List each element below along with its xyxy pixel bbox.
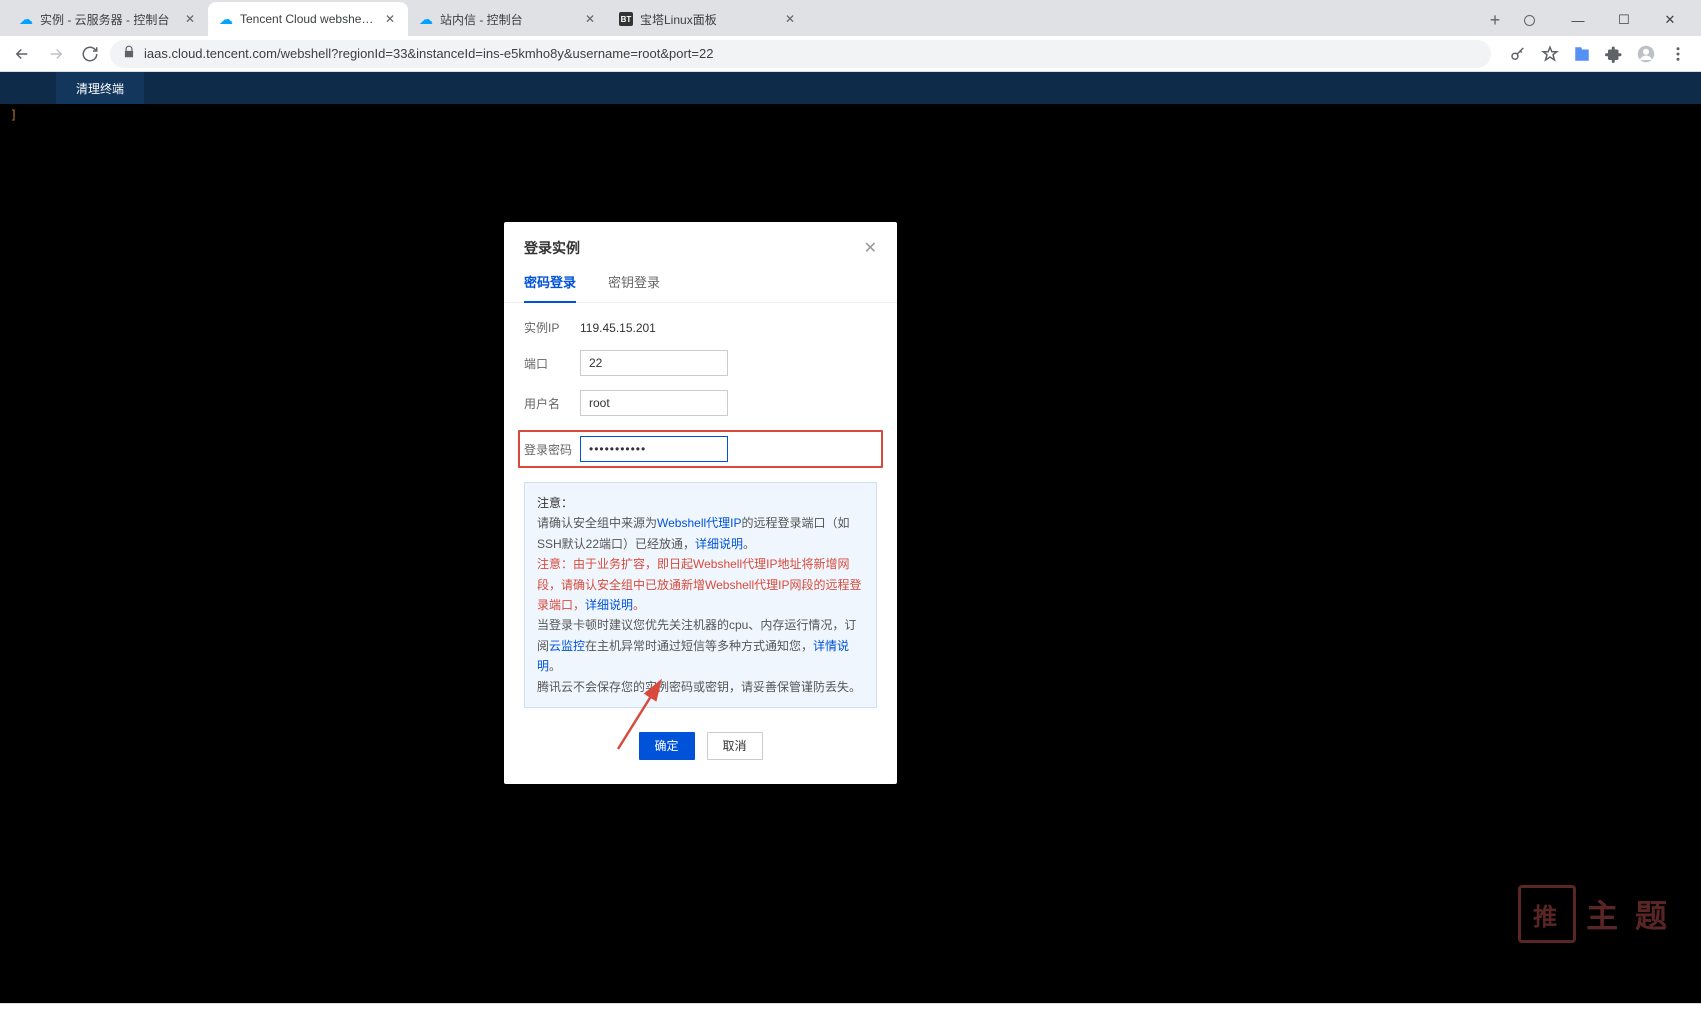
link-webshell-proxy-ip[interactable]: Webshell代理IP [657, 516, 741, 530]
tab-label: Tencent Cloud webshell - 119 [240, 12, 376, 26]
status-bar [0, 1003, 1701, 1023]
link-detail-2[interactable]: 详细说明 [585, 598, 633, 612]
tab-strip: ☁ 实例 - 云服务器 - 控制台 ✕ ☁ Tencent Cloud webshell… [8, 2, 1477, 36]
key-icon[interactable] [1503, 40, 1533, 68]
watermark: 推 主 题 [1518, 885, 1671, 943]
row-username: 用户名 [524, 390, 877, 416]
input-password[interactable] [580, 436, 728, 462]
tab-close-button[interactable]: ✕ [582, 12, 598, 26]
url-text: iaas.cloud.tencent.com/webshell?regionId… [144, 46, 713, 61]
page-viewport: 清理终端 ] 登录实例 ✕ 密码登录 密钥登录 实例IP 119.45.15.2… [0, 72, 1701, 1003]
tab-label: 站内信 - 控制台 [440, 11, 576, 28]
window-controls: — ☐ ✕ [1509, 4, 1693, 36]
browser-tab-1[interactable]: ☁ Tencent Cloud webshell - 119 ✕ [208, 2, 408, 36]
row-port: 端口 [524, 350, 877, 376]
tab-close-button[interactable]: ✕ [782, 12, 798, 26]
cloud-favicon-icon: ☁ [218, 11, 234, 27]
window-status-dot [1509, 4, 1555, 36]
address-bar[interactable]: iaas.cloud.tencent.com/webshell?regionId… [110, 40, 1491, 68]
row-password: 登录密码 [518, 430, 883, 468]
browser-titlebar: ☁ 实例 - 云服务器 - 控制台 ✕ ☁ Tencent Cloud webshell… [0, 0, 1701, 36]
modal-tabs: 密码登录 密钥登录 [504, 258, 897, 303]
new-tab-button[interactable]: + [1481, 6, 1509, 34]
profile-icon[interactable] [1631, 40, 1661, 68]
watermark-text: 主 题 [1586, 891, 1671, 937]
nav-back-button[interactable] [8, 40, 36, 68]
browser-toolbar: iaas.cloud.tencent.com/webshell?regionId… [0, 36, 1701, 72]
input-username[interactable] [580, 390, 728, 416]
nav-forward-button[interactable] [42, 40, 70, 68]
notice-box: 注意： 请确认安全组中来源为Webshell代理IP的远程登录端口（如SSH默认… [524, 482, 877, 708]
confirm-button[interactable]: 确定 [639, 732, 695, 760]
modal-title: 登录实例 [524, 238, 864, 258]
tab-key-login[interactable]: 密钥登录 [608, 272, 660, 302]
cloud-favicon-icon: ☁ [18, 11, 34, 27]
tab-password-login[interactable]: 密码登录 [524, 272, 576, 303]
modal-close-button[interactable]: ✕ [864, 238, 877, 258]
tab-close-button[interactable]: ✕ [182, 12, 198, 26]
link-detail-1[interactable]: 详细说明 [695, 537, 743, 551]
cancel-button[interactable]: 取消 [707, 732, 763, 760]
tab-label: 宝塔Linux面板 [640, 11, 776, 28]
bookmark-icon[interactable] [1535, 40, 1565, 68]
browser-tab-3[interactable]: BT 宝塔Linux面板 ✕ [608, 2, 808, 36]
label-password: 登录密码 [524, 441, 580, 458]
tab-close-button[interactable]: ✕ [382, 12, 398, 26]
row-instance-ip: 实例IP 119.45.15.201 [524, 319, 877, 336]
browser-tab-2[interactable]: ☁ 站内信 - 控制台 ✕ [408, 2, 608, 36]
bt-favicon-icon: BT [618, 11, 634, 27]
label-instance-ip: 实例IP [524, 319, 580, 336]
notice-title: 注意： [537, 496, 573, 510]
cloud-favicon-icon: ☁ [418, 11, 434, 27]
terminal-prompt: ] [10, 108, 17, 122]
input-port[interactable] [580, 350, 728, 376]
login-modal: 登录实例 ✕ 密码登录 密钥登录 实例IP 119.45.15.201 端口 用… [504, 222, 897, 784]
tab-label: 实例 - 云服务器 - 控制台 [40, 11, 176, 28]
label-port: 端口 [524, 355, 580, 372]
window-minimize[interactable]: — [1555, 4, 1601, 36]
label-username: 用户名 [524, 395, 580, 412]
watermark-seal: 推 [1518, 885, 1576, 943]
translate-icon[interactable] [1567, 40, 1597, 68]
lock-icon [122, 45, 136, 62]
chrome-menu-icon[interactable] [1663, 40, 1693, 68]
webshell-header: 清理终端 [0, 72, 1701, 104]
link-cloud-monitor[interactable]: 云监控 [549, 639, 585, 653]
extensions-icon[interactable] [1599, 40, 1629, 68]
browser-tab-0[interactable]: ☁ 实例 - 云服务器 - 控制台 ✕ [8, 2, 208, 36]
clear-terminal-button[interactable]: 清理终端 [56, 72, 144, 104]
window-maximize[interactable]: ☐ [1601, 4, 1647, 36]
value-instance-ip: 119.45.15.201 [580, 321, 656, 335]
window-close[interactable]: ✕ [1647, 4, 1693, 36]
nav-reload-button[interactable] [76, 40, 104, 68]
